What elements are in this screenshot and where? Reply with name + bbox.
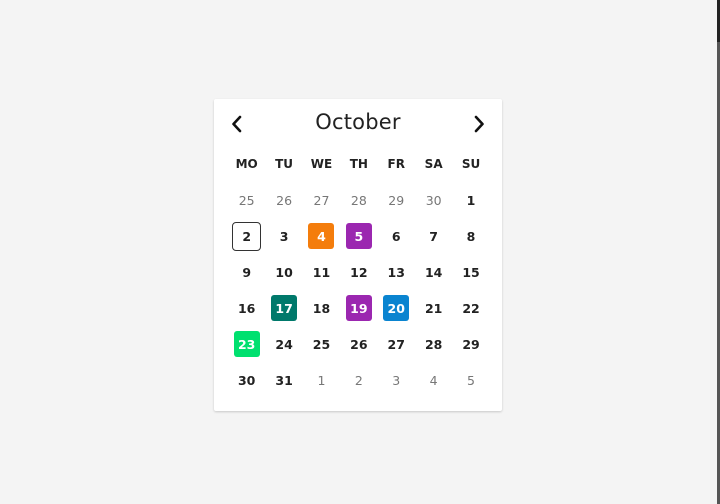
day-number: 17 — [271, 295, 298, 321]
day-number: 4 — [308, 223, 335, 249]
day-number: 7 — [429, 228, 438, 244]
day-number: 28 — [350, 192, 367, 208]
day-cell[interactable]: 7 — [415, 218, 452, 254]
day-number: 3 — [279, 228, 289, 244]
day-cell[interactable]: 21 — [415, 290, 452, 326]
day-number: 13 — [387, 264, 405, 280]
day-cell[interactable]: 27 — [303, 182, 340, 218]
day-number: 1 — [466, 192, 476, 208]
day-number: 8 — [466, 228, 476, 244]
day-number: 5 — [467, 372, 475, 388]
day-cell[interactable]: 6 — [378, 218, 415, 254]
day-cell[interactable]: 1 — [452, 182, 489, 218]
day-number: 11 — [312, 264, 331, 280]
day-number: 23 — [233, 331, 260, 357]
day-cell[interactable]: 14 — [415, 254, 452, 290]
calendar-widget: October MO TU WE TH FR SA SU 25 26 27 28 29 30 1 2 3 4 5 6… — [214, 99, 502, 411]
day-number: 4 — [429, 372, 438, 388]
day-number: 6 — [391, 228, 401, 244]
month-title: October — [315, 110, 401, 134]
day-number: 26 — [276, 192, 293, 208]
day-number: 18 — [312, 300, 331, 316]
day-number: 20 — [383, 295, 410, 321]
day-cell-event[interactable]: 5 — [340, 218, 377, 254]
weekday-header: SA — [424, 157, 443, 171]
day-cell[interactable]: 24 — [265, 326, 302, 362]
day-cell-event[interactable]: 20 — [378, 290, 415, 326]
weekday-header: TH — [349, 157, 368, 171]
day-number: 16 — [237, 300, 256, 316]
day-cell[interactable]: 29 — [452, 326, 489, 362]
day-number: 26 — [350, 336, 368, 352]
day-number: 25 — [238, 192, 255, 208]
day-number: 29 — [388, 192, 405, 208]
day-cell[interactable]: 28 — [415, 326, 452, 362]
day-number: 19 — [345, 295, 372, 321]
calendar-grid: MO TU WE TH FR SA SU 25 26 27 28 29 30 1 2 3 4 5 6 7 8 9 10 11 1… — [228, 146, 490, 398]
day-number: 2 — [232, 221, 262, 251]
day-cell-event[interactable]: 23 — [228, 326, 265, 362]
day-number: 21 — [424, 300, 443, 316]
day-number: 30 — [425, 192, 442, 208]
weekday-header: FR — [387, 157, 405, 171]
day-number: 1 — [317, 372, 326, 388]
day-cell[interactable]: 11 — [303, 254, 340, 290]
day-number: 15 — [462, 264, 480, 280]
day-cell[interactable]: 31 — [265, 362, 302, 398]
weekday-header: TU — [275, 157, 294, 171]
day-cell-event[interactable]: 4 — [303, 218, 340, 254]
day-cell[interactable]: 13 — [378, 254, 415, 290]
day-number: 29 — [462, 336, 480, 352]
day-cell-today[interactable]: 2 — [228, 218, 265, 254]
day-number: 12 — [350, 264, 368, 280]
day-number: 2 — [354, 372, 363, 388]
day-number: 9 — [242, 264, 252, 280]
day-cell[interactable]: 30 — [415, 182, 452, 218]
day-cell[interactable]: 27 — [378, 326, 415, 362]
day-cell[interactable]: 26 — [265, 182, 302, 218]
day-cell[interactable]: 8 — [452, 218, 489, 254]
day-cell[interactable]: 12 — [340, 254, 377, 290]
day-number: 31 — [275, 372, 293, 388]
day-cell[interactable]: 30 — [228, 362, 265, 398]
next-month-button[interactable] — [468, 113, 490, 135]
day-cell[interactable]: 4 — [415, 362, 452, 398]
weekday-header: MO — [235, 157, 258, 171]
day-number: 27 — [313, 192, 330, 208]
day-cell[interactable]: 5 — [452, 362, 489, 398]
day-number: 3 — [392, 372, 401, 388]
day-number: 22 — [462, 300, 480, 316]
day-cell[interactable]: 18 — [303, 290, 340, 326]
calendar-header: October — [214, 99, 502, 149]
day-number: 27 — [387, 336, 405, 352]
day-cell[interactable]: 2 — [340, 362, 377, 398]
day-number: 14 — [424, 264, 443, 280]
day-number: 30 — [237, 372, 256, 388]
day-number: 28 — [424, 336, 443, 352]
day-cell[interactable]: 22 — [452, 290, 489, 326]
weekday-header: SU — [461, 157, 481, 171]
day-number: 5 — [345, 223, 372, 249]
day-cell-event[interactable]: 19 — [340, 290, 377, 326]
chevron-right-icon — [474, 115, 484, 133]
day-number: 25 — [312, 336, 331, 352]
day-cell[interactable]: 28 — [340, 182, 377, 218]
day-cell[interactable]: 26 — [340, 326, 377, 362]
day-number: 10 — [275, 264, 293, 280]
day-cell[interactable]: 16 — [228, 290, 265, 326]
day-cell[interactable]: 1 — [303, 362, 340, 398]
day-cell[interactable]: 3 — [265, 218, 302, 254]
day-cell-event[interactable]: 17 — [265, 290, 302, 326]
day-cell[interactable]: 25 — [228, 182, 265, 218]
day-number: 24 — [275, 336, 293, 352]
day-cell[interactable]: 3 — [378, 362, 415, 398]
weekday-header: WE — [310, 157, 333, 171]
day-cell[interactable]: 29 — [378, 182, 415, 218]
day-cell[interactable]: 9 — [228, 254, 265, 290]
day-cell[interactable]: 10 — [265, 254, 302, 290]
day-cell[interactable]: 25 — [303, 326, 340, 362]
day-cell[interactable]: 15 — [452, 254, 489, 290]
